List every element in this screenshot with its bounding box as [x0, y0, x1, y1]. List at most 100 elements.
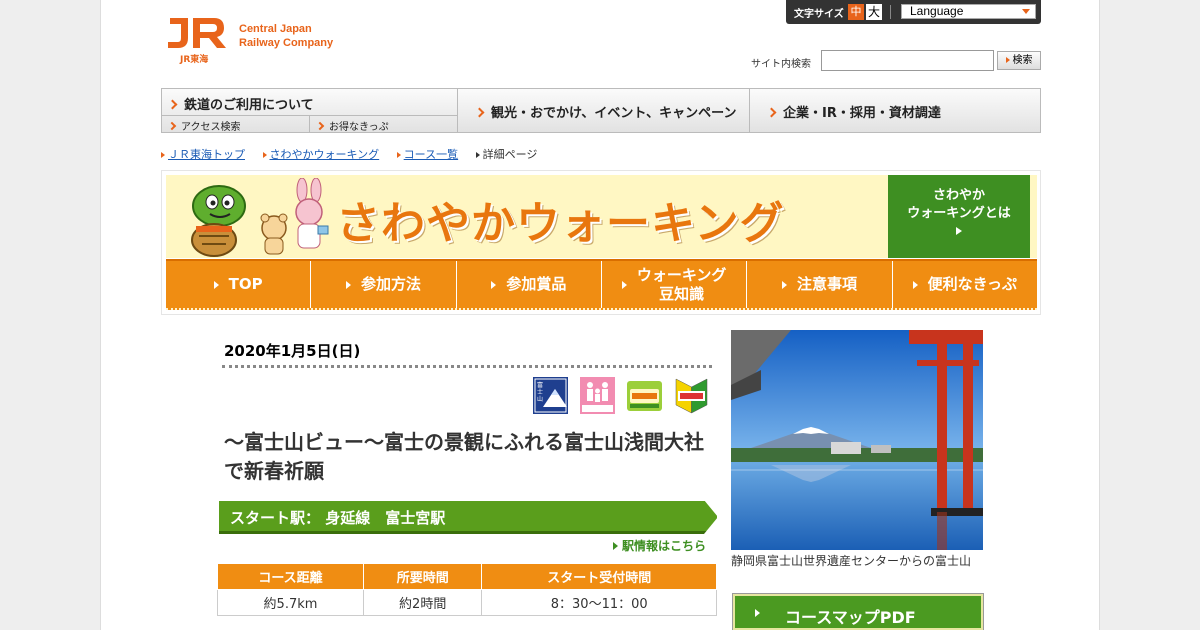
- table-header-distance: コース距離: [217, 563, 364, 590]
- station-info-link[interactable]: 駅情報はこちら: [613, 537, 706, 554]
- breadcrumb-current: 詳細ページ: [482, 148, 538, 161]
- logo-company-name: Central Japan Railway Company: [239, 22, 333, 50]
- walking-nav: TOP 参加方法 参加賞品 ウォーキング 豆知識 注意事項 便利なきっぷ: [166, 259, 1037, 310]
- chevron-right-icon: [315, 121, 325, 131]
- play-arrow-icon: [956, 227, 962, 235]
- bullet-icon: [396, 152, 401, 158]
- bullet-icon: [262, 152, 267, 158]
- site-search-input[interactable]: [821, 50, 994, 71]
- nav-tourism-label: 観光・おでかけ、イベント、キャンペーン: [491, 106, 737, 121]
- breadcrumb-home[interactable]: ＪＲ東海トップ: [168, 148, 245, 161]
- breadcrumb-course-list[interactable]: コース一覧: [404, 148, 458, 161]
- arrow-right-icon: [613, 542, 618, 550]
- chevron-right-icon: [766, 107, 777, 118]
- utility-bar: 文字サイズ 中 大 Language: [786, 0, 1041, 24]
- font-size-label: 文字サイズ: [794, 9, 844, 20]
- walking-nav-tips[interactable]: ウォーキング 豆知識: [602, 261, 748, 308]
- fuji-view-badge-icon: 富 士 山: [533, 377, 568, 414]
- banner-title: さわやかウォーキング: [336, 198, 785, 249]
- mascot-characters-icon: [191, 178, 329, 257]
- font-size-medium-button[interactable]: 中: [848, 4, 864, 20]
- start-station-bar: スタート駅： 身延線 富士宮駅: [219, 500, 718, 534]
- language-select[interactable]: Language: [901, 4, 1036, 19]
- arrow-right-icon: [755, 609, 760, 617]
- logo-line-1: Central Japan: [239, 23, 312, 35]
- walking-nav-how-to-join[interactable]: 参加方法: [311, 261, 457, 308]
- about-line-1: さわやか: [932, 188, 985, 203]
- divider: [890, 5, 891, 19]
- divider: [222, 365, 712, 368]
- nav-corporate-label: 企業・IR・採用・資材調達: [783, 106, 941, 121]
- breadcrumb-walking[interactable]: さわやかウォーキング: [270, 148, 380, 161]
- search-button[interactable]: 検索: [997, 51, 1041, 70]
- about-walking-button[interactable]: さわやか ウォーキングとは: [888, 175, 1030, 258]
- walking-nav-how-to-join-label: 参加方法: [360, 275, 421, 293]
- table-cell-duration: 約2時間: [362, 589, 483, 616]
- walking-nav-tickets[interactable]: 便利なきっぷ: [893, 261, 1037, 308]
- nav-railway-usage-label: 鉄道のご利用について: [184, 98, 314, 113]
- language-select-value: Language: [910, 4, 964, 18]
- walking-nav-notes-label: 注意事項: [796, 275, 857, 293]
- walking-nav-tickets-label: 便利なきっぷ: [927, 275, 1017, 293]
- walking-nav-tips-line-1: ウォーキング: [636, 265, 727, 284]
- table-cell-distance: 約5.7km: [217, 589, 364, 616]
- course-info-table: コース距離 所要時間 スタート受付時間 約5.7km 約2時間 8：30～11：…: [217, 563, 717, 616]
- nav-railway-group: 鉄道のご利用について アクセス検索 お得なきっぷ: [162, 89, 458, 133]
- chevron-right-icon: [167, 121, 177, 131]
- global-nav: 鉄道のご利用について アクセス検索 お得なきっぷ 観光・おでかけ、イベント、キャ…: [161, 88, 1041, 133]
- search-button-label: 検索: [1012, 55, 1033, 66]
- jr-central-logo[interactable]: JR東海 Central Japan Railway Company: [166, 16, 356, 66]
- course-title: ～富士山ビュー～富士の景観にふれる富士山浅間大社で新春祈願: [224, 430, 704, 483]
- course-badges: 富 士 山: [533, 377, 713, 417]
- banner-header: さわやかウォーキング さわやか ウォーキングとは: [166, 175, 1037, 258]
- course-map-pdf-label: コースマップPDF: [785, 608, 916, 627]
- walking-banner: さわやかウォーキング さわやか ウォーキングとは TOP 参加方法 参加賞品 ウ…: [161, 170, 1041, 315]
- walking-nav-tips-line-2: 豆知識: [659, 284, 705, 303]
- arrow-right-icon: [491, 280, 497, 289]
- arrow-right-icon: [213, 280, 219, 289]
- walking-nav-notes[interactable]: 注意事項: [747, 261, 893, 308]
- walking-nav-top[interactable]: TOP: [166, 261, 312, 308]
- bullet-icon: [475, 152, 480, 158]
- mt-fuji-torii-photo: [731, 330, 983, 550]
- table-cell-start-time: 8：30～11：00: [481, 589, 717, 616]
- search-label: サイト内検索: [751, 59, 811, 70]
- walking-nav-tips-label: ウォーキング 豆知識: [637, 266, 727, 304]
- walking-badge-icon: [627, 381, 662, 411]
- arrow-icon: [1005, 57, 1010, 63]
- svg-text:富: 富: [537, 381, 543, 389]
- font-size-large-button[interactable]: 大: [866, 4, 882, 20]
- nav-access-search[interactable]: アクセス検索: [162, 116, 310, 133]
- course-map-pdf-button[interactable]: コースマップPDF: [732, 593, 984, 630]
- beginner-badge-icon: [675, 378, 708, 414]
- notch-decoration: [704, 500, 718, 534]
- event-date: 2020年1月5日(日): [224, 342, 361, 360]
- dropdown-arrow-icon: [1022, 9, 1030, 14]
- arrow-right-icon: [345, 280, 351, 289]
- about-line-2: ウォーキングとは: [907, 206, 1011, 221]
- logo-subtext: JR東海: [180, 55, 209, 65]
- nav-railway-usage[interactable]: 鉄道のご利用について: [162, 89, 458, 116]
- walking-nav-prizes[interactable]: 参加賞品: [457, 261, 602, 308]
- table-header-start-time: スタート受付時間: [481, 563, 717, 590]
- jr-logo-icon: [168, 18, 226, 48]
- photo-caption: 静岡県富士山世界遺産センターからの富士山: [731, 554, 972, 568]
- nav-tourism[interactable]: 観光・おでかけ、イベント、キャンペーン: [458, 89, 750, 132]
- nav-discount-tickets[interactable]: お得なきっぷ: [310, 116, 458, 133]
- walking-nav-prizes-label: 参加賞品: [506, 275, 567, 293]
- walking-nav-top-label: TOP: [228, 275, 263, 293]
- page-container: JR東海 Central Japan Railway Company 文字サイズ…: [100, 0, 1100, 630]
- breadcrumb: ＪＲ東海トップ さわやかウォーキング コース一覧 詳細ページ: [161, 146, 537, 162]
- nav-access-search-label: アクセス検索: [181, 122, 241, 133]
- nav-corporate[interactable]: 企業・IR・採用・資材調達: [750, 89, 1040, 132]
- table-header-duration: 所要時間: [362, 563, 483, 590]
- chevron-right-icon: [167, 99, 178, 110]
- start-station-text: スタート駅： 身延線 富士宮駅: [230, 509, 446, 527]
- nav-discount-tickets-label: お得なきっぷ: [329, 122, 389, 133]
- bullet-icon: [161, 152, 165, 158]
- station-info-link-label: 駅情報はこちら: [622, 539, 707, 553]
- svg-text:士: 士: [537, 388, 543, 396]
- chevron-right-icon: [474, 107, 485, 118]
- logo-line-2: Railway Company: [239, 37, 334, 49]
- svg-text:山: 山: [537, 395, 543, 403]
